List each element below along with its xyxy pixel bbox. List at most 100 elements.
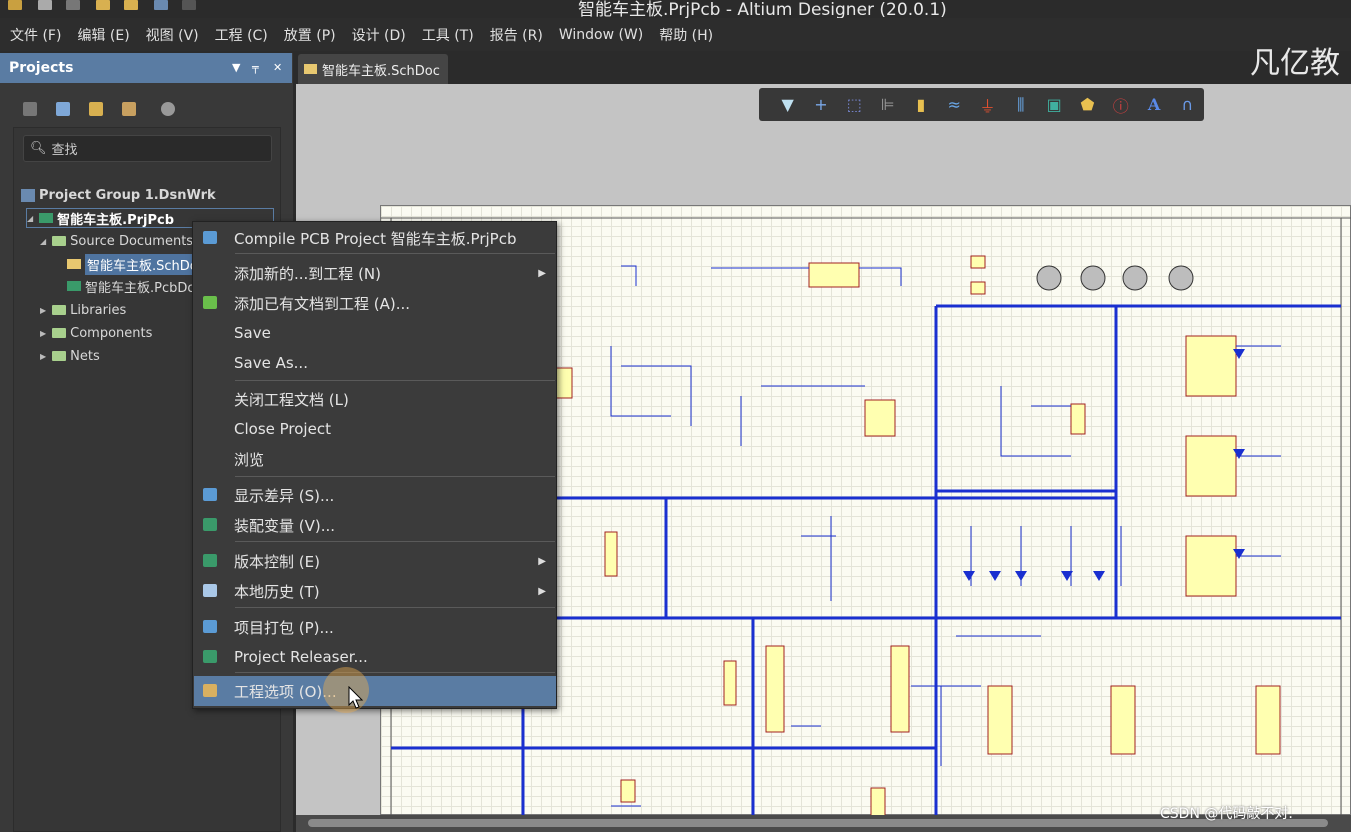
menu-design[interactable]: 设计 (D) (352, 25, 406, 45)
project-options-icon (203, 684, 217, 697)
menu-item[interactable]: 版本控制 (E) ▶ (194, 546, 556, 576)
tree-project-group[interactable]: Project Group 1.DsnWrk (21, 185, 216, 205)
workspace-icon (21, 188, 35, 202)
tree-nets[interactable]: ▶ Nets (40, 346, 100, 366)
expand-icon[interactable]: ◢ (27, 214, 33, 223)
tab-label: 智能车主板.SchDoc (322, 63, 440, 79)
tree-libraries[interactable]: ▶ Libraries (40, 300, 126, 320)
documents-icon[interactable] (56, 102, 70, 116)
tab-schdoc[interactable]: 智能车主板.SchDoc (298, 54, 448, 84)
menu-tools[interactable]: 工具 (T) (422, 25, 474, 45)
menu-item-label: Compile PCB Project 智能车主板.PrjPcb (234, 229, 517, 248)
panel-title: Projects (9, 60, 74, 76)
undo-icon[interactable] (154, 0, 168, 10)
menu-place[interactable]: 放置 (P) (284, 25, 336, 45)
menu-item[interactable]: Close Project (194, 414, 556, 444)
menu-item[interactable]: 本地历史 (T) ▶ (194, 576, 556, 606)
expand-icon[interactable]: ◢ (40, 237, 46, 246)
menu-edit[interactable]: 编辑 (E) (77, 25, 129, 45)
menu-item[interactable]: 浏览 (194, 444, 556, 474)
version-control-icon (203, 554, 217, 567)
close-icon[interactable]: ✕ (273, 61, 282, 74)
menu-item[interactable]: 工程选项 (O)... (194, 676, 556, 706)
directive-icon[interactable]: ⓘ (1104, 93, 1137, 117)
menu-item-label: 添加新的...到工程 (N) (234, 264, 381, 283)
menu-item-label: 显示差异 (S)... (234, 486, 335, 505)
menu-item[interactable]: 关闭工程文档 (L) (194, 384, 556, 414)
context-menu: Compile PCB Project 智能车主板.PrjPcb 添加新的...到… (192, 221, 557, 709)
menu-item-label: 浏览 (234, 450, 265, 469)
menu-item[interactable]: 装配变量 (V)... (194, 510, 556, 540)
menu-item-label: 工程选项 (O)... (234, 682, 337, 701)
browse-folder-icon[interactable] (89, 102, 103, 116)
ground-icon[interactable]: ⏚ (971, 93, 1004, 117)
folder-icon (52, 351, 67, 361)
save-icon[interactable] (38, 0, 52, 10)
menu-file[interactable]: 文件 (F) (10, 25, 61, 45)
submenu-arrow-icon: ▶ (538, 555, 546, 567)
pcb-project-icon (39, 213, 54, 223)
collapse-icon[interactable]: ▶ (40, 352, 46, 361)
menu-item[interactable]: 显示差异 (S)... (194, 480, 556, 510)
search-input[interactable]: 🔍︎ 查找 (23, 135, 272, 162)
tree-pcbdoc[interactable]: 智能车主板.PcbDoc (67, 276, 202, 296)
wire-icon[interactable]: ≈ (938, 95, 971, 114)
redo-icon[interactable] (182, 0, 196, 10)
folder-options-icon[interactable] (122, 102, 136, 116)
menu-separator (235, 672, 555, 673)
menu-window[interactable]: Window (W) (559, 27, 643, 43)
menu-item[interactable]: 添加新的...到工程 (N) ▶ (194, 258, 556, 288)
gear-icon[interactable] (161, 102, 175, 116)
menu-item[interactable]: Save As... (194, 348, 556, 378)
menu-item[interactable]: Project Releaser... (194, 642, 556, 672)
menu-view[interactable]: 视图 (V) (146, 25, 199, 45)
select-rect-icon[interactable]: ⬚ (838, 95, 871, 114)
folder-icon (52, 305, 67, 315)
menu-item-label: Save As... (234, 354, 308, 372)
tree-label: 智能车主板.PrjPcb (57, 212, 175, 228)
menu-item[interactable]: Compile PCB Project 智能车主板.PrjPcb (194, 223, 556, 253)
history-icon (203, 584, 217, 597)
menu-item-label: 关闭工程文档 (L) (234, 390, 349, 409)
menu-item[interactable]: 项目打包 (P)... (194, 612, 556, 642)
tree-label: 智能车主板.SchDoc (85, 253, 207, 275)
open-project-icon[interactable] (124, 0, 138, 10)
sheet-symbol-icon[interactable]: ▣ (1038, 95, 1071, 114)
tree-label: Project Group 1.DsnWrk (39, 187, 216, 203)
mounting-holes (1036, 265, 1194, 291)
save-project-icon[interactable] (23, 102, 37, 116)
align-icon[interactable]: ⊫ (871, 95, 904, 114)
collapse-icon[interactable]: ▶ (40, 329, 46, 338)
collapse-icon[interactable]: ▶ (40, 306, 46, 315)
tree-components[interactable]: ▶ Components (40, 323, 152, 343)
open-icon[interactable] (96, 0, 110, 10)
menu-separator (235, 607, 555, 608)
part-icon[interactable]: ▮ (904, 95, 937, 114)
filter-icon[interactable]: ▼ (771, 95, 804, 114)
menu-separator (235, 476, 555, 477)
text-icon[interactable]: A (1137, 95, 1170, 114)
port-icon[interactable]: ⬟ (1071, 95, 1104, 114)
menu-help[interactable]: 帮助 (H) (659, 25, 713, 45)
menu-item-label: 版本控制 (E) (234, 552, 320, 571)
menu-item[interactable]: 添加已有文档到工程 (A)... (194, 288, 556, 318)
arc-icon[interactable]: ∩ (1171, 95, 1204, 114)
wires (610, 265, 1281, 807)
tree-label: Source Documents (70, 233, 194, 249)
menu-item-label: Close Project (234, 420, 331, 438)
menu-project[interactable]: 工程 (C) (215, 25, 268, 45)
pin-icon[interactable]: ╤ (252, 61, 259, 74)
schematic-icon (304, 64, 317, 74)
save-all-icon[interactable] (66, 0, 80, 10)
panel-menu-icon[interactable]: ▼ (232, 61, 240, 74)
menu-bar: 文件 (F) 编辑 (E) 视图 (V) 工程 (C) 放置 (P) 设计 (D… (0, 18, 1351, 51)
menu-item[interactable]: Save (194, 318, 556, 348)
bus-icon[interactable]: ⫼ (1004, 95, 1037, 115)
tree-source-documents[interactable]: ◢ Source Documents (40, 231, 193, 251)
menu-reports[interactable]: 报告 (R) (490, 25, 543, 45)
tree-label: Nets (70, 348, 100, 364)
tree-schdoc[interactable]: 智能车主板.SchDoc (67, 253, 207, 275)
search-icon: 🔍︎ (30, 141, 47, 156)
crosshair-icon[interactable]: + (804, 95, 837, 114)
folder-icon (52, 328, 67, 338)
